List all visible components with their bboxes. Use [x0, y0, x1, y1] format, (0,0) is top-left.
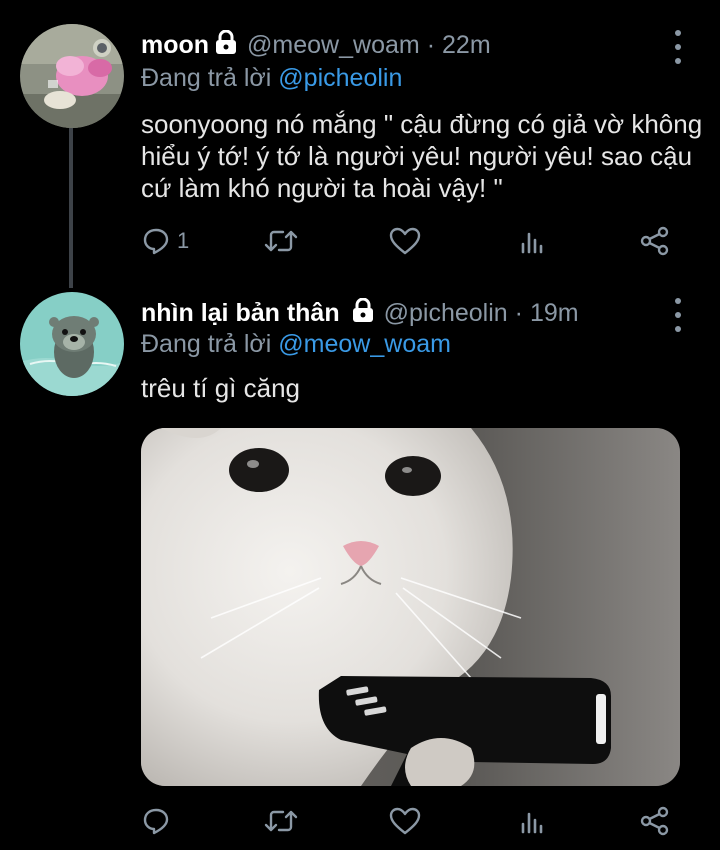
display-name[interactable]: nhìn lại bản thân: [141, 299, 340, 328]
like-icon: [389, 226, 421, 256]
separator: ·: [426, 31, 436, 59]
avatar[interactable]: [20, 292, 124, 396]
analytics-button[interactable]: [517, 804, 547, 838]
share-icon: [639, 225, 671, 257]
action-bar: 1: [141, 224, 681, 258]
tweet[interactable]: moon @meow_woam · 22m Đang trả lời @pich…: [0, 0, 720, 270]
reply-button[interactable]: [141, 804, 177, 838]
reply-mention[interactable]: @meow_woam: [278, 330, 451, 358]
share-button[interactable]: [639, 804, 671, 838]
avatar[interactable]: [20, 24, 124, 128]
action-bar: [141, 804, 681, 838]
retweet-button[interactable]: [263, 224, 299, 258]
analytics-icon: [517, 806, 547, 836]
retweet-button[interactable]: [263, 804, 299, 838]
reply-prefix: Đang trả lời: [141, 330, 272, 358]
tweet-text: trêu tí gì căng: [141, 373, 300, 403]
tweet-header: nhìn lại bản thân @picheolin · 19m: [141, 297, 579, 329]
reply-mention[interactable]: @picheolin: [278, 64, 402, 92]
like-icon: [389, 806, 421, 836]
share-button[interactable]: [639, 224, 671, 258]
separator: ·: [514, 299, 523, 327]
reply-icon: [141, 226, 171, 256]
more-vertical-icon[interactable]: [668, 298, 688, 332]
reply-prefix: Đang trả lời: [141, 64, 272, 92]
more-vertical-icon[interactable]: [668, 30, 688, 64]
timestamp[interactable]: 19m: [530, 299, 579, 328]
lock-icon: [215, 29, 237, 61]
retweet-icon: [263, 226, 299, 256]
analytics-button[interactable]: [517, 224, 547, 258]
timestamp[interactable]: 22m: [442, 31, 491, 60]
handle[interactable]: @picheolin: [384, 299, 508, 328]
tweet-text: soonyoong nó mắng " cậu đừng có giả vờ k…: [141, 109, 703, 203]
reply-context: Đang trả lời @meow_woam: [141, 330, 451, 359]
like-button[interactable]: [389, 804, 421, 838]
like-button[interactable]: [389, 224, 421, 258]
tweet-image[interactable]: [141, 428, 680, 786]
retweet-icon: [263, 806, 299, 836]
tweet-header: moon @meow_woam · 22m: [141, 29, 491, 61]
share-icon: [639, 805, 671, 837]
handle[interactable]: @meow_woam: [247, 31, 420, 60]
reply-button[interactable]: 1: [141, 224, 189, 258]
reply-context: Đang trả lời @picheolin: [141, 64, 402, 93]
lock-icon: [352, 297, 374, 329]
display-name[interactable]: moon: [141, 31, 209, 60]
reply-count: 1: [177, 228, 190, 253]
reply-icon: [141, 806, 171, 836]
analytics-icon: [517, 226, 547, 256]
